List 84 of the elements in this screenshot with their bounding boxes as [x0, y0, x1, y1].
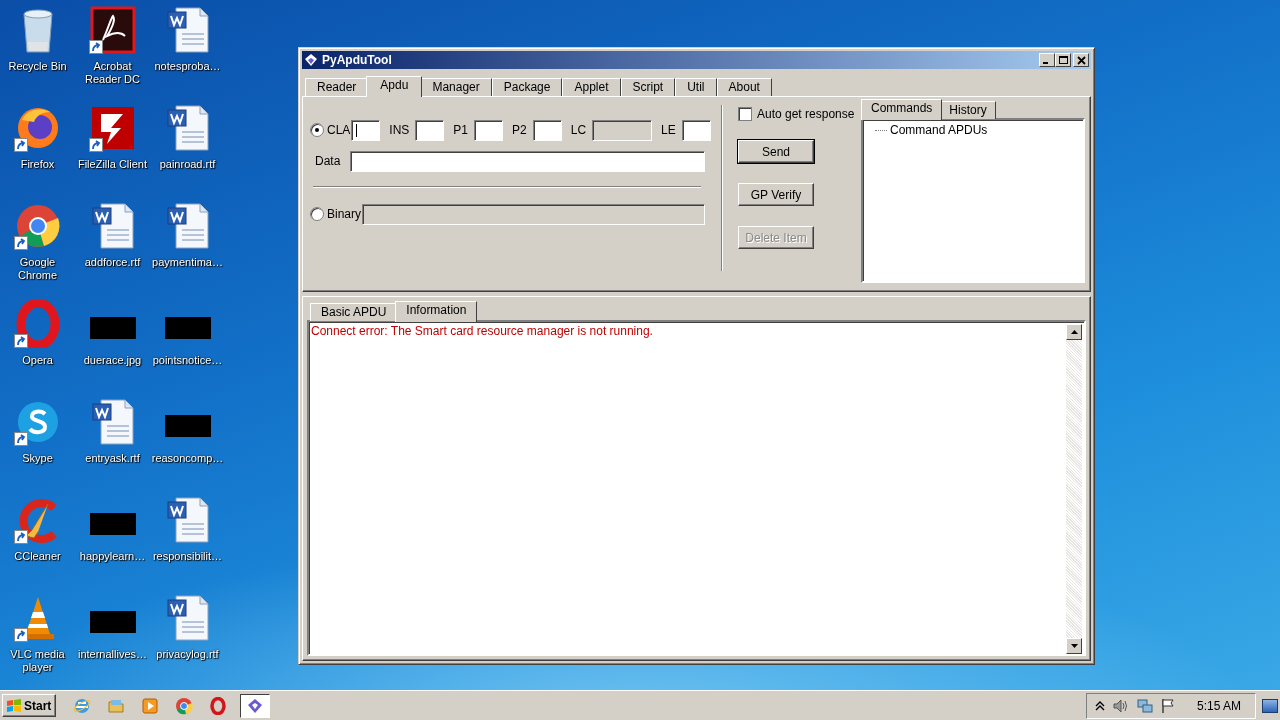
tab[interactable]: Script	[620, 78, 676, 96]
tab[interactable]: Commands	[861, 99, 943, 120]
field-label: P1	[453, 123, 469, 137]
tree-connector	[875, 129, 887, 131]
icon-label[interactable]: Recycle Bin	[0, 60, 75, 73]
chevron-up-icon[interactable]	[1094, 700, 1105, 711]
minimize-icon	[1043, 62, 1048, 64]
icon-label[interactable]: Skype	[0, 452, 75, 465]
app-logo-icon	[246, 696, 265, 715]
speaker-icon[interactable]	[1112, 698, 1129, 713]
field-label: Data	[315, 154, 341, 168]
icon-label[interactable]: Opera	[0, 354, 75, 367]
tree-item[interactable]: Command APDUs	[890, 123, 988, 137]
up-arrow-icon	[1070, 330, 1078, 334]
down-arrow-icon	[1070, 644, 1078, 648]
app-logo-icon	[304, 53, 318, 67]
clock[interactable]: 5:15 AM	[1196, 698, 1241, 713]
scroll-up-button[interactable]	[1066, 324, 1082, 340]
radio-button[interactable]	[310, 123, 324, 137]
button[interactable]: Send	[738, 140, 814, 163]
field-label: CLA	[327, 123, 351, 137]
start-button[interactable]: Start	[2, 694, 57, 717]
radio-button[interactable]	[310, 207, 324, 221]
ring-icon	[209, 696, 228, 715]
close-icon	[1075, 55, 1087, 65]
tab[interactable]: About	[716, 78, 772, 96]
log-message: Connect error: The Smart card resource manager is not running.	[311, 324, 654, 338]
icon-label[interactable]: entryask.rtf	[75, 452, 150, 465]
play-icon	[141, 696, 160, 715]
icon-label[interactable]: pointsnotice…	[150, 354, 225, 367]
chrome-icon	[175, 696, 194, 715]
field-label: Binary	[327, 207, 361, 221]
window-title: PyApduTool	[322, 53, 392, 67]
icon-label[interactable]: internallives…	[75, 648, 150, 661]
icon-label[interactable]: paymentima…	[150, 256, 225, 269]
tab[interactable]: Package	[491, 78, 563, 96]
field-label: LC	[570, 123, 587, 137]
tab[interactable]: Reader	[305, 78, 369, 96]
icon-label[interactable]: VLC media player	[0, 648, 75, 674]
tab[interactable]: Manager	[420, 78, 492, 96]
input-field[interactable]	[415, 119, 445, 141]
close-button[interactable]	[1073, 53, 1089, 67]
scroll-down-button[interactable]	[1066, 638, 1082, 654]
input-field[interactable]	[474, 119, 504, 141]
icon-label[interactable]: addforce.rtf	[75, 256, 150, 269]
icon-label[interactable]: duerace.jpg	[75, 354, 150, 367]
input-field[interactable]	[532, 119, 562, 141]
flag-icon[interactable]	[1160, 698, 1175, 713]
maximize-button[interactable]	[1055, 53, 1071, 67]
field-label: INS	[389, 123, 410, 137]
input-field[interactable]	[351, 119, 381, 141]
network-icon[interactable]	[1136, 697, 1153, 714]
icon-label[interactable]: Firefox	[0, 158, 75, 171]
minimize-button[interactable]	[1039, 53, 1055, 67]
windows-flag-icon	[6, 698, 22, 713]
input-field[interactable]	[681, 119, 711, 141]
icon-label[interactable]: CCleaner	[0, 550, 75, 563]
icon-label[interactable]: happylearn…	[75, 550, 150, 563]
show-desktop-button[interactable]	[1262, 698, 1278, 713]
icon-label[interactable]: Google Chrome	[0, 256, 75, 282]
button: Delete Item	[738, 226, 814, 249]
maximize-icon	[1057, 55, 1069, 65]
pdf-app-icon[interactable]	[88, 6, 137, 54]
icon-label[interactable]: notesproba…	[150, 60, 225, 73]
field-label: LE	[661, 123, 676, 137]
field-label: P2	[512, 123, 527, 137]
input-field[interactable]	[350, 150, 705, 172]
tab[interactable]: History	[940, 101, 996, 119]
icon-label[interactable]: Acrobat Reader DC	[75, 60, 150, 86]
scrollbar[interactable]	[1066, 324, 1082, 654]
tab[interactable]: Applet	[562, 78, 621, 96]
taskbar-button[interactable]	[240, 693, 271, 718]
icon-label[interactable]: FileZilla Client	[75, 158, 150, 171]
tab[interactable]: Util	[675, 78, 717, 96]
icon-label[interactable]: painroad.rtf	[150, 158, 225, 171]
icon-label[interactable]: reasoncomp…	[150, 452, 225, 465]
button[interactable]: GP Verify	[738, 183, 814, 206]
tab[interactable]: Information	[395, 301, 478, 322]
checkbox[interactable]	[738, 106, 752, 121]
icon-label[interactable]: responsibilit…	[150, 550, 225, 563]
tab[interactable]: Apdu	[366, 76, 423, 97]
checkbox-label: Auto get response	[757, 106, 855, 121]
tab[interactable]: Basic APDU	[310, 303, 398, 321]
browser-e-icon	[73, 696, 92, 715]
